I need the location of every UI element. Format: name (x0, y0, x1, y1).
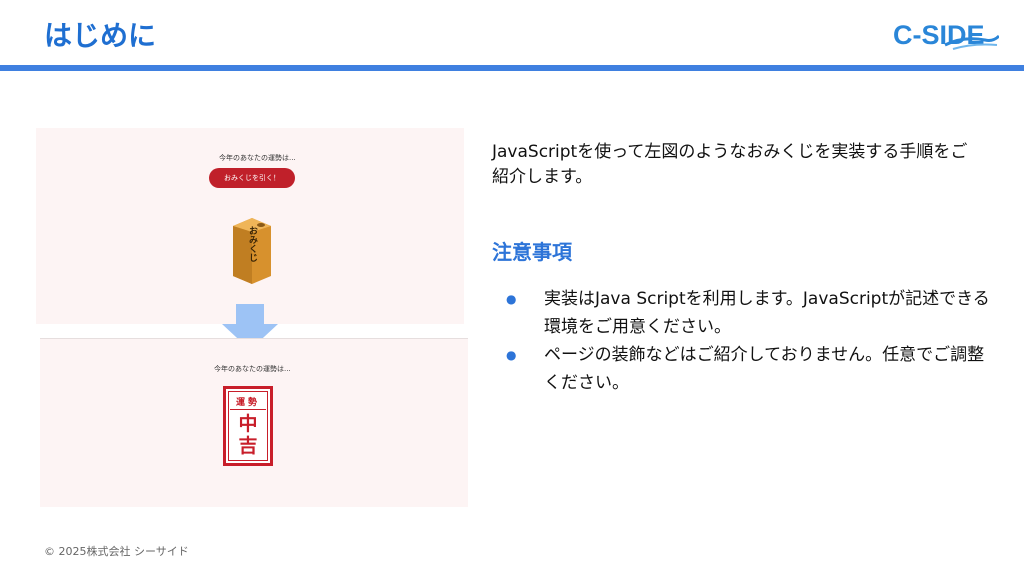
caution-item: ● ページの装飾などはご紹介しておりません。任意でご調整ください。 (500, 341, 990, 397)
caution-item: ● 実装はJava Scriptを利用します。JavaScriptが記述できる環境… (500, 285, 990, 341)
fortune-prompt-text: 今年のあなたの運勢は... (219, 154, 296, 162)
fortune-title: 運勢 (235, 398, 260, 408)
copyright-footer: © 2025株式会社 シーサイド (44, 545, 189, 558)
draw-omikuji-button[interactable]: おみくじを引く！ (209, 168, 295, 188)
result-prompt-text: 今年のあなたの運勢は... (214, 365, 291, 373)
bullet-icon: ● (506, 348, 517, 362)
svg-text:おみくじ: おみくじ (247, 226, 258, 262)
page-title: はじめに (44, 19, 157, 52)
fortune-result-stamp: 運勢 中吉 (223, 386, 273, 466)
omikuji-box-icon: おみくじ (233, 218, 271, 284)
caution-heading: 注意事項 (492, 240, 572, 264)
caution-list: ● 実装はJava Scriptを利用します。JavaScriptが記述できる環境… (500, 285, 990, 397)
header-divider (0, 65, 1024, 71)
company-logo: C-SIDE (893, 20, 999, 50)
bullet-icon: ● (506, 292, 517, 306)
intro-description: JavaScriptを使って左図のようなおみくじを実装する手順をご紹介します。 (492, 142, 968, 187)
fortune-result: 中吉 (238, 413, 258, 457)
